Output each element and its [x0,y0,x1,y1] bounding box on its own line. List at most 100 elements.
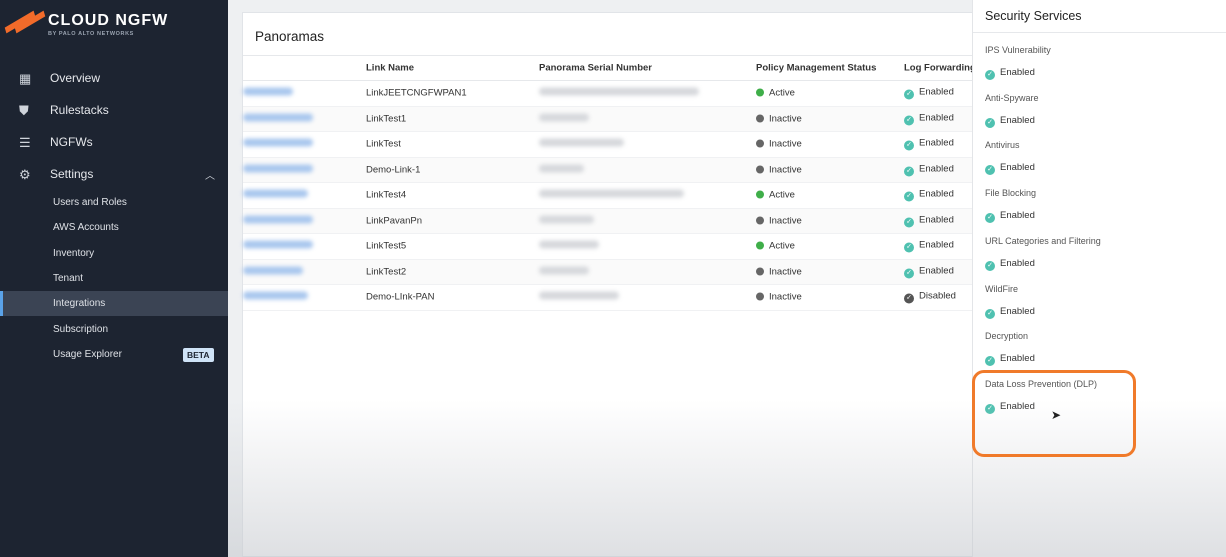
security-services-drawer: Security Services IPS Vulnerability ✓ Ena… [972,0,1226,557]
col-link-name[interactable]: Link Name [366,63,414,74]
check-circle-icon: ✓ [904,191,914,202]
check-circle-icon: ✓ [904,115,914,126]
status-dot-icon [756,165,764,174]
service-status-text: Enabled [1000,67,1035,78]
link-name: LinkPavanPn [366,215,422,227]
status-dot-icon [756,114,764,123]
status-dot-icon [756,139,764,148]
nav-subscription[interactable]: Subscription [0,317,228,342]
nav-label: Settings [50,167,94,181]
nav-inventory[interactable]: Inventory [0,241,228,266]
check-circle-icon: ✓ [985,308,995,319]
nav-usage-explorer[interactable]: Usage Explorer BETA [0,342,228,367]
table-row[interactable]: Demo-LInk-PAN Inactive ✓ Disabled [243,285,981,311]
log-text: Disabled [919,290,956,302]
table-row[interactable]: LinkTest5 Active ✓ Enabled [243,234,981,260]
status-dot-icon [756,267,764,276]
check-circle-icon: ✓ [904,166,914,177]
shield-icon: ⛊ [19,102,29,118]
check-circle-icon: ✓ [904,268,914,279]
gear-icon: ⚙ [19,166,31,182]
link-name: Demo-LInk-PAN [366,291,435,303]
check-circle-icon: ✓ [904,293,914,304]
service-status: ✓ Enabled [985,353,1035,367]
nav-overview[interactable]: ▦ Overview [0,65,228,91]
log-text: Enabled [919,188,954,200]
nav-label: Users and Roles [53,197,127,208]
panorama-name-link[interactable] [243,113,313,124]
nav-label: Inventory [53,248,95,259]
policy-status: Inactive [756,113,802,124]
service-status: ✓ Enabled [985,306,1035,319]
table-row[interactable]: LinkTest4 Active ✓ Enabled [243,183,981,209]
nav-settings[interactable]: ⚙ Settings ︿ [0,161,228,187]
table-row[interactable]: LinkPavanPn Inactive ✓ Enabled [243,208,981,234]
policy-status: Inactive [756,139,802,150]
panorama-name-link[interactable] [243,266,303,277]
check-circle-icon: ✓ [904,242,914,253]
panorama-name-link[interactable] [243,189,308,201]
link-name: LinkTest2 [366,266,407,278]
table-row[interactable]: LinkTest1 Inactive ✓ Enabled [243,106,981,132]
service-status: ✓ Enabled [985,162,1035,176]
nav-integrations[interactable]: Integrations [0,291,228,316]
serial-number [539,113,589,124]
log-forwarding: ✓ Enabled [904,240,954,253]
panorama-name-link[interactable] [243,240,313,252]
log-text: Enabled [919,163,954,175]
log-text: Enabled [919,239,954,251]
nav-ngfws[interactable]: ☰ NGFWs [0,129,228,155]
nav-rulestacks[interactable]: ⛊ Rulestacks [0,97,228,123]
log-forwarding: ✓ Enabled [904,189,954,202]
table-row[interactable]: LinkTest2 Inactive ✓ Enabled [243,259,981,285]
table-header: Link Name Panorama Serial Number Policy … [243,55,981,81]
table-row[interactable]: LinkTest Inactive ✓ Enabled [243,132,981,158]
nav-tenant[interactable]: Tenant [0,266,228,291]
service-label: Decryption [985,331,1029,342]
table-row[interactable]: Demo-Link-1 Inactive ✓ Enabled [243,157,981,183]
service-status: ✓ Enabled [985,67,1035,80]
panorama-name-link[interactable] [243,138,313,150]
service-status-text: Enabled [1000,210,1035,222]
col-serial[interactable]: Panorama Serial Number [539,63,652,74]
panorama-name-link[interactable] [243,215,313,226]
log-forwarding: ✓ Disabled [904,291,956,304]
divider [973,32,1226,33]
service-status: ✓ Enabled [985,258,1035,271]
policy-status: Active [756,88,795,99]
chevron-up-icon[interactable]: ︿ [205,167,215,182]
nav-users-and-roles[interactable]: Users and Roles [0,190,228,215]
service-status-text: Enabled [1000,353,1035,365]
panorama-name-link[interactable] [243,164,313,175]
serial-number [539,164,584,175]
serial-number [539,215,594,226]
link-name: LinkTest1 [366,113,407,125]
serial-number [539,240,599,252]
check-circle-icon: ✓ [985,165,995,176]
serial-number [539,291,619,303]
serial-number [539,189,684,201]
status-text: Inactive [769,138,802,150]
status-dot-icon [756,292,764,301]
nav-label: Usage Explorer [53,349,122,360]
nav-aws-accounts[interactable]: AWS Accounts [0,215,228,240]
col-log-forwarding[interactable]: Log Forwarding [904,63,976,74]
nav-label: Tenant [53,273,84,284]
service-status-text: Enabled [1000,162,1035,174]
panorama-name-link[interactable] [243,87,293,99]
log-forwarding: ✓ Enabled [904,87,954,100]
service-status-text: Enabled [1000,257,1035,269]
status-dot-icon [756,88,764,97]
policy-status: Inactive [756,164,802,175]
panorama-name-link[interactable] [243,291,308,303]
card-title: Panoramas [255,29,325,44]
table-row[interactable]: LinkJEETCNGFWPAN1 Active ✓ Enabled [243,81,981,107]
link-name: LinkTest4 [366,189,407,201]
service-status-text: Enabled [1000,305,1035,317]
log-text: Enabled [919,86,954,98]
check-circle-icon: ✓ [904,89,914,100]
logo[interactable]: CLOUD NGFW BY PALO ALTO NETWORKS [4,10,168,37]
check-circle-icon: ✓ [985,356,995,367]
log-forwarding: ✓ Enabled [904,214,954,228]
col-status[interactable]: Policy Management Status [756,63,876,74]
